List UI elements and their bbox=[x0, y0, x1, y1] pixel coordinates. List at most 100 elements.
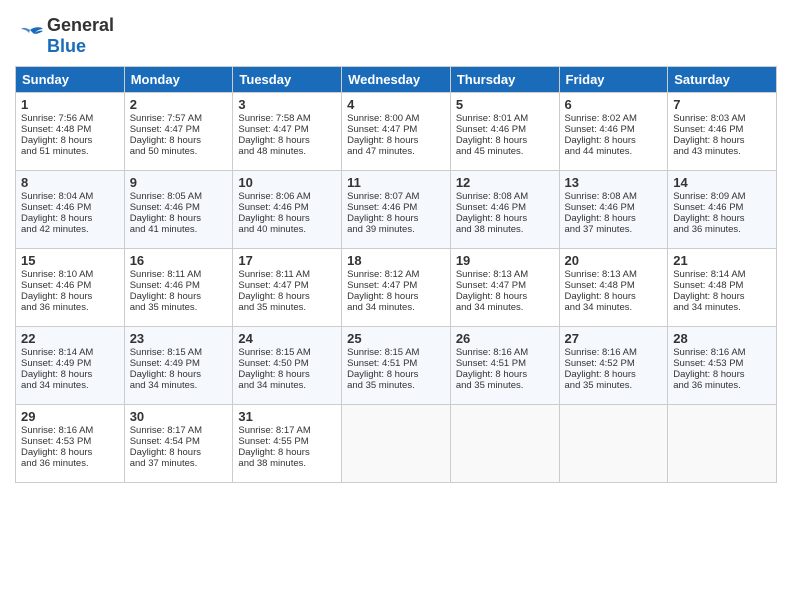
calendar-cell bbox=[342, 405, 451, 483]
day-info-line: Daylight: 8 hours bbox=[347, 135, 445, 146]
day-info-line: Sunset: 4:46 PM bbox=[565, 202, 663, 213]
day-info-line: Sunset: 4:54 PM bbox=[130, 436, 228, 447]
calendar-cell: 27Sunrise: 8:16 AMSunset: 4:52 PMDayligh… bbox=[559, 327, 668, 405]
day-info-line: and 44 minutes. bbox=[565, 146, 663, 157]
day-number: 4 bbox=[347, 97, 445, 112]
day-number: 26 bbox=[456, 331, 554, 346]
day-number: 1 bbox=[21, 97, 119, 112]
day-info-line: and 36 minutes. bbox=[673, 380, 771, 391]
day-info-line: Sunrise: 8:15 AM bbox=[238, 347, 336, 358]
day-info-line: Daylight: 8 hours bbox=[347, 213, 445, 224]
calendar-cell: 15Sunrise: 8:10 AMSunset: 4:46 PMDayligh… bbox=[16, 249, 125, 327]
calendar-cell: 18Sunrise: 8:12 AMSunset: 4:47 PMDayligh… bbox=[342, 249, 451, 327]
day-info-line: and 41 minutes. bbox=[130, 224, 228, 235]
calendar-cell bbox=[668, 405, 777, 483]
day-info-line: Sunrise: 8:03 AM bbox=[673, 113, 771, 124]
calendar-cell: 24Sunrise: 8:15 AMSunset: 4:50 PMDayligh… bbox=[233, 327, 342, 405]
day-number: 22 bbox=[21, 331, 119, 346]
calendar-cell: 17Sunrise: 8:11 AMSunset: 4:47 PMDayligh… bbox=[233, 249, 342, 327]
day-info-line: Daylight: 8 hours bbox=[673, 291, 771, 302]
day-info-line: Sunrise: 8:13 AM bbox=[456, 269, 554, 280]
day-info-line: Sunset: 4:47 PM bbox=[238, 124, 336, 135]
calendar-cell: 13Sunrise: 8:08 AMSunset: 4:46 PMDayligh… bbox=[559, 171, 668, 249]
day-info-line: Daylight: 8 hours bbox=[238, 213, 336, 224]
day-info-line: Sunset: 4:47 PM bbox=[347, 124, 445, 135]
calendar-week-1: 1Sunrise: 7:56 AMSunset: 4:48 PM Daylight… bbox=[16, 93, 777, 171]
day-info-line: Sunrise: 8:00 AM bbox=[347, 113, 445, 124]
day-info-line: Daylight: 8 hours bbox=[238, 369, 336, 380]
day-info-line: and 34 minutes. bbox=[21, 380, 119, 391]
logo-bird-icon bbox=[15, 21, 45, 51]
logo-general-text: General bbox=[47, 15, 114, 36]
day-number: 15 bbox=[21, 253, 119, 268]
day-info-line: Daylight: 8 hours bbox=[565, 369, 663, 380]
day-info-line: Sunrise: 8:05 AM bbox=[130, 191, 228, 202]
calendar-cell: 9Sunrise: 8:05 AMSunset: 4:46 PMDaylight… bbox=[124, 171, 233, 249]
day-number: 16 bbox=[130, 253, 228, 268]
day-info-line: Sunset: 4:48 PM bbox=[21, 124, 119, 135]
day-info-line: Daylight: 8 hours bbox=[347, 291, 445, 302]
day-number: 3 bbox=[238, 97, 336, 112]
calendar-cell: 3Sunrise: 7:58 AMSunset: 4:47 PMDaylight… bbox=[233, 93, 342, 171]
day-info-line: Sunset: 4:46 PM bbox=[238, 202, 336, 213]
day-info-line: Daylight: 8 hours bbox=[347, 369, 445, 380]
calendar-cell: 16Sunrise: 8:11 AMSunset: 4:46 PMDayligh… bbox=[124, 249, 233, 327]
calendar-cell: 31Sunrise: 8:17 AMSunset: 4:55 PMDayligh… bbox=[233, 405, 342, 483]
day-info-line: Sunrise: 8:16 AM bbox=[21, 425, 119, 436]
day-number: 8 bbox=[21, 175, 119, 190]
day-info-line: Sunset: 4:46 PM bbox=[456, 202, 554, 213]
page-header: General Blue bbox=[15, 15, 777, 56]
day-info-line: Sunset: 4:51 PM bbox=[347, 358, 445, 369]
day-info-line: Sunset: 4:46 PM bbox=[456, 124, 554, 135]
calendar-cell: 30Sunrise: 8:17 AMSunset: 4:54 PMDayligh… bbox=[124, 405, 233, 483]
calendar-cell bbox=[559, 405, 668, 483]
day-info-line: Sunrise: 8:09 AM bbox=[673, 191, 771, 202]
day-info-line: Daylight: 8 hours bbox=[130, 213, 228, 224]
day-info-line: Sunset: 4:51 PM bbox=[456, 358, 554, 369]
calendar-cell: 5Sunrise: 8:01 AMSunset: 4:46 PMDaylight… bbox=[450, 93, 559, 171]
day-number: 11 bbox=[347, 175, 445, 190]
calendar-header-thursday: Thursday bbox=[450, 67, 559, 93]
day-info-line: Sunrise: 8:11 AM bbox=[130, 269, 228, 280]
day-info-line: Daylight: 8 hours bbox=[565, 135, 663, 146]
day-info-line: Daylight: 8 hours bbox=[673, 135, 771, 146]
day-number: 25 bbox=[347, 331, 445, 346]
day-info-line: Sunset: 4:52 PM bbox=[565, 358, 663, 369]
day-info-line: Daylight: 8 hours bbox=[21, 447, 119, 458]
day-info-line: Sunrise: 8:16 AM bbox=[673, 347, 771, 358]
day-info-line: Sunrise: 7:56 AM bbox=[21, 113, 119, 124]
day-info-line: Sunrise: 8:02 AM bbox=[565, 113, 663, 124]
calendar-cell: 21Sunrise: 8:14 AMSunset: 4:48 PMDayligh… bbox=[668, 249, 777, 327]
day-info-line: Sunset: 4:46 PM bbox=[21, 280, 119, 291]
day-info-line: and 40 minutes. bbox=[238, 224, 336, 235]
day-info-line: Sunset: 4:53 PM bbox=[21, 436, 119, 447]
day-info-line: Daylight: 8 hours bbox=[130, 135, 228, 146]
day-number: 2 bbox=[130, 97, 228, 112]
day-info-line: Sunrise: 7:57 AM bbox=[130, 113, 228, 124]
calendar-cell: 26Sunrise: 8:16 AMSunset: 4:51 PMDayligh… bbox=[450, 327, 559, 405]
day-info-line: Sunset: 4:50 PM bbox=[238, 358, 336, 369]
day-info-line: Sunrise: 8:17 AM bbox=[238, 425, 336, 436]
calendar-header-wednesday: Wednesday bbox=[342, 67, 451, 93]
day-number: 10 bbox=[238, 175, 336, 190]
day-info-line: Sunset: 4:49 PM bbox=[21, 358, 119, 369]
day-info-line: and 42 minutes. bbox=[21, 224, 119, 235]
day-info-line: Daylight: 8 hours bbox=[565, 213, 663, 224]
day-number: 29 bbox=[21, 409, 119, 424]
calendar-header-friday: Friday bbox=[559, 67, 668, 93]
day-info-line: Sunset: 4:46 PM bbox=[673, 124, 771, 135]
day-info-line: Sunrise: 8:15 AM bbox=[130, 347, 228, 358]
day-info-line: and 38 minutes. bbox=[456, 224, 554, 235]
day-info-line: Daylight: 8 hours bbox=[130, 447, 228, 458]
day-info-line: Daylight: 8 hours bbox=[238, 291, 336, 302]
day-info-line: Sunrise: 8:13 AM bbox=[565, 269, 663, 280]
day-number: 19 bbox=[456, 253, 554, 268]
day-number: 13 bbox=[565, 175, 663, 190]
day-info-line: and 47 minutes. bbox=[347, 146, 445, 157]
day-info-line: Sunset: 4:46 PM bbox=[21, 202, 119, 213]
day-number: 18 bbox=[347, 253, 445, 268]
day-info-line: and 35 minutes. bbox=[565, 380, 663, 391]
day-info-line: Daylight: 8 hours bbox=[21, 213, 119, 224]
day-info-line: and 37 minutes. bbox=[130, 458, 228, 469]
calendar-week-4: 22Sunrise: 8:14 AMSunset: 4:49 PMDayligh… bbox=[16, 327, 777, 405]
